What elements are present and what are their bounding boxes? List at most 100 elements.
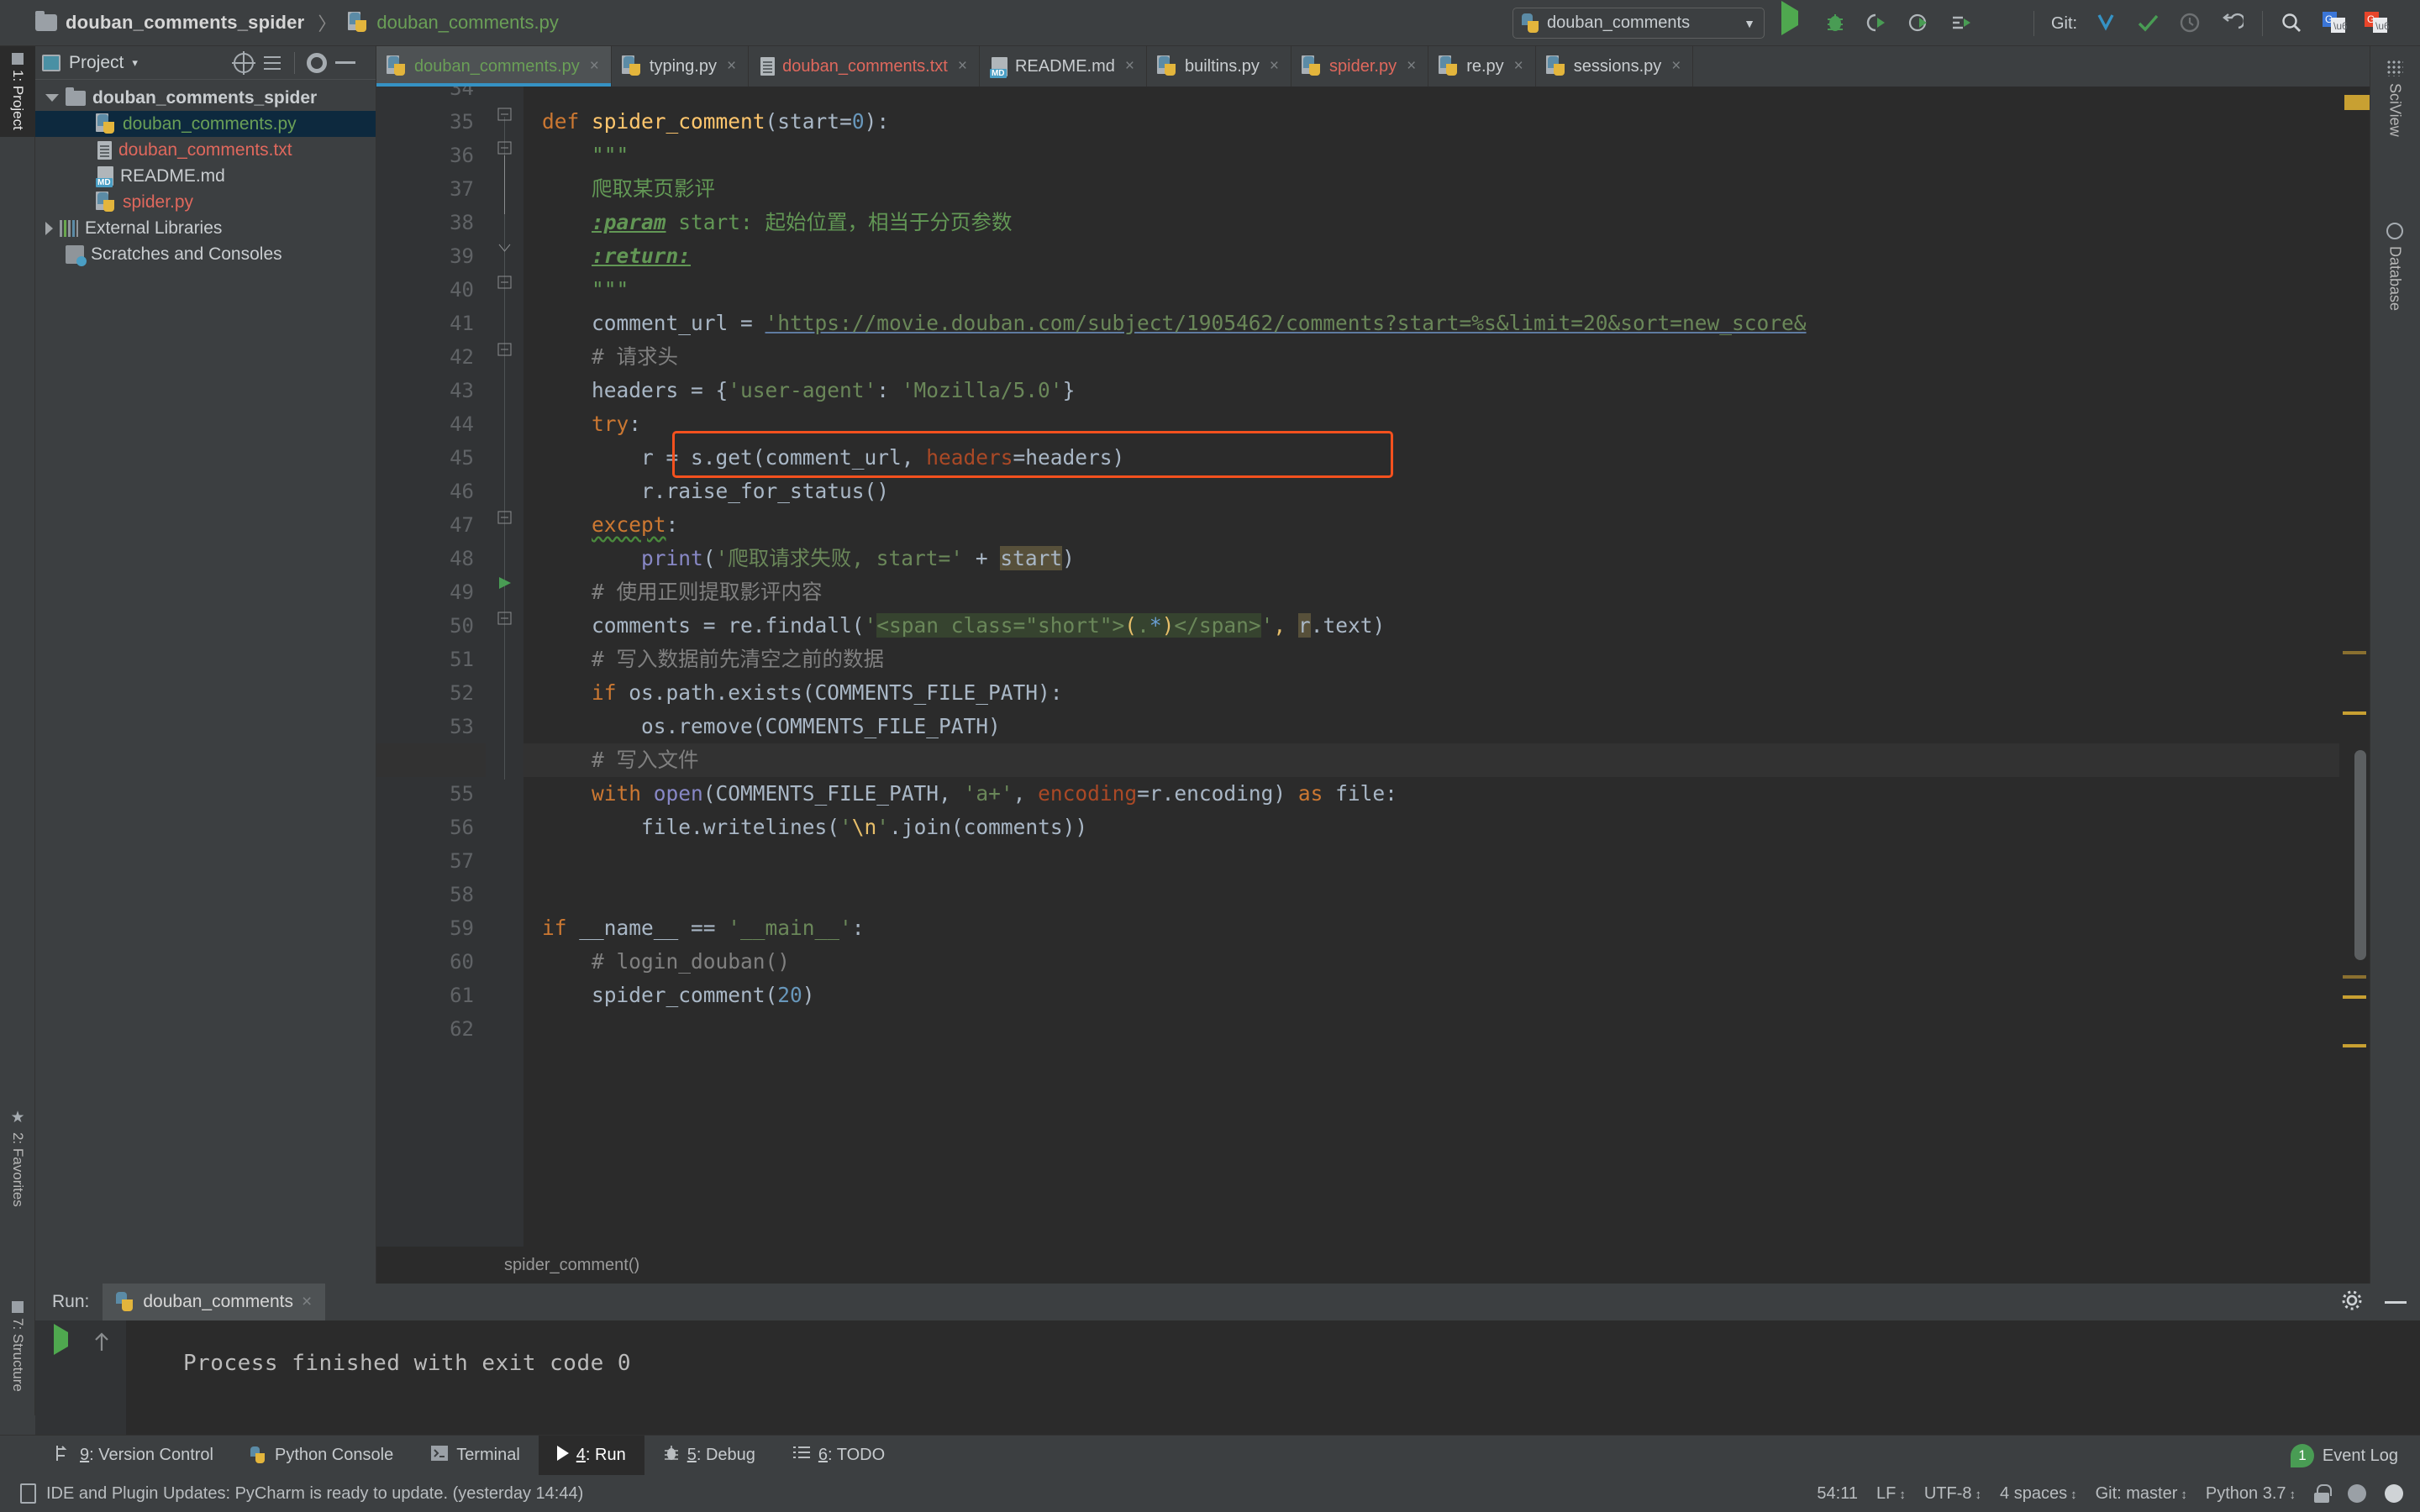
encoding-widget[interactable]: UTF-8 ↕ — [1924, 1484, 1981, 1504]
sidebar-item-sciview[interactable]: SciView — [2370, 51, 2420, 145]
code-line[interactable]: print('爬取请求失败, start=' + start) — [523, 542, 1075, 575]
code-line[interactable]: r = s.get(comment_url, headers=headers) — [523, 441, 1124, 475]
tool-window-button[interactable]: 4: Run — [538, 1435, 644, 1476]
tool-window-button[interactable]: 5: Debug — [644, 1436, 774, 1476]
editor-tab[interactable]: spider.py × — [1292, 46, 1429, 87]
code-line[interactable]: # 写入文件 — [523, 743, 699, 777]
sidebar-item-favorites[interactable]: ★ 2: Favorites — [0, 1101, 35, 1214]
chevron-down-icon[interactable]: ▾ — [132, 56, 138, 70]
sidebar-item-structure[interactable]: 7: Structure — [0, 1294, 35, 1399]
occurrence-marker[interactable] — [2343, 651, 2366, 654]
code-folding-gutter[interactable] — [486, 87, 523, 1284]
translate-alt-icon[interactable]: G\u6587 — [2364, 11, 2407, 36]
code-line[interactable] — [523, 87, 542, 105]
close-icon[interactable]: × — [590, 57, 599, 76]
editor-marker-bar[interactable] — [2339, 87, 2370, 1284]
tree-item[interactable]: douban_comments.txt — [35, 137, 376, 163]
tool-window-button[interactable]: 6: TODO — [774, 1436, 903, 1476]
code-line[interactable]: :return: — [523, 239, 691, 273]
close-icon[interactable]: × — [1407, 57, 1416, 76]
code-line[interactable]: def spider_comment(start=0): — [523, 105, 889, 139]
tree-item[interactable]: README.md — [35, 163, 376, 189]
git-commit-icon[interactable] — [2136, 11, 2161, 36]
close-icon[interactable]: × — [1270, 57, 1279, 76]
tool-window-button[interactable]: 9: Version Control — [35, 1436, 232, 1476]
warning-marker[interactable] — [2344, 95, 2370, 110]
tree-item[interactable]: External Libraries — [35, 215, 376, 241]
code-line[interactable]: # 写入数据前先清空之前的数据 — [523, 643, 884, 676]
status-message[interactable]: IDE and Plugin Updates: PyCharm is ready… — [46, 1484, 583, 1504]
run-tab[interactable]: douban_comments × — [103, 1284, 326, 1320]
debug-icon[interactable] — [1823, 11, 1849, 36]
scroll-from-source-icon[interactable] — [232, 50, 255, 75]
run-coverage-icon[interactable] — [1865, 11, 1891, 36]
code-line[interactable]: with open(COMMENTS_FILE_PATH, 'a+', enco… — [523, 777, 1397, 811]
translate-google-icon[interactable]: G\u6587 — [2322, 11, 2365, 36]
sidebar-item-project[interactable]: 1: Project — [0, 46, 35, 137]
tool-window-button[interactable]: Python Console — [232, 1436, 412, 1476]
status-message-area[interactable]: IDE and Plugin Updates: PyCharm is ready… — [20, 1483, 583, 1504]
line-separator-widget[interactable]: LF ↕ — [1876, 1484, 1906, 1504]
tree-item[interactable]: Scratches and Consoles — [35, 241, 376, 267]
editor-tab[interactable]: douban_comments.txt × — [749, 46, 980, 87]
code-line[interactable]: """ — [523, 139, 629, 172]
code-line[interactable]: except: — [523, 508, 678, 542]
editor-tab[interactable]: builtins.py × — [1147, 46, 1292, 87]
code-line[interactable]: file.writelines('\n'.join(comments)) — [523, 811, 1087, 844]
code-line[interactable]: :param start: 起始位置，相当于分页参数 — [523, 206, 1013, 239]
code-line[interactable]: if os.path.exists(COMMENTS_FILE_PATH): — [523, 676, 1063, 710]
event-log-button[interactable]: 1 Event Log — [2290, 1436, 2398, 1476]
close-icon[interactable]: × — [1125, 57, 1134, 76]
paw-icon[interactable] — [2385, 1484, 2403, 1503]
tree-item[interactable]: douban_comments.py — [35, 111, 376, 137]
code-line[interactable] — [523, 1012, 542, 1046]
code-text[interactable]: def spider_comment(start=0): """ 爬取某页影评 … — [523, 87, 2370, 1284]
profile-icon[interactable] — [1907, 11, 1933, 36]
code-line[interactable]: comments = re.findall('<span class="shor… — [523, 609, 1385, 643]
chevron-right-icon[interactable] — [45, 221, 53, 235]
chevron-down-icon[interactable] — [45, 94, 59, 102]
close-icon[interactable]: × — [1514, 57, 1523, 76]
close-icon[interactable]: × — [958, 57, 967, 76]
stop-icon[interactable] — [1991, 11, 2017, 36]
code-line[interactable]: # 请求头 — [523, 340, 678, 374]
editor-tab[interactable]: douban_comments.py × — [376, 46, 612, 87]
code-line[interactable]: # login_douban() — [523, 945, 790, 979]
git-update-icon[interactable] — [2094, 11, 2119, 36]
code-line[interactable]: spider_comment(20) — [523, 979, 815, 1012]
editor-scrollbar-thumb[interactable] — [2354, 750, 2366, 960]
code-line[interactable]: try: — [523, 407, 641, 441]
code-line[interactable]: os.remove(COMMENTS_FILE_PATH) — [523, 710, 1001, 743]
code-line[interactable]: headers = {'user-agent': 'Mozilla/5.0'} — [523, 374, 1075, 407]
gear-icon[interactable] — [2341, 1289, 2363, 1315]
breadcrumb-file[interactable]: douban_comments.py — [376, 12, 558, 34]
run-configuration-selector[interactable]: douban_comments ▼ — [1512, 8, 1765, 39]
close-icon[interactable]: × — [1671, 57, 1681, 76]
code-line[interactable]: r.raise_for_status() — [523, 475, 889, 508]
close-icon[interactable]: × — [727, 57, 736, 76]
editor-breadcrumb[interactable]: spider_comment() — [376, 1247, 2370, 1284]
breadcrumb-project[interactable]: douban_comments_spider — [66, 12, 304, 34]
warning-marker[interactable] — [2343, 1044, 2366, 1047]
code-line[interactable]: if __name__ == '__main__': — [523, 911, 865, 945]
editor-tab[interactable]: sessions.py × — [1536, 46, 1694, 87]
editor-tab[interactable]: README.md × — [980, 46, 1147, 87]
close-icon[interactable]: × — [302, 1292, 312, 1312]
code-line[interactable]: 爬取某页影评 — [523, 172, 715, 206]
tool-window-button[interactable]: Terminal — [412, 1436, 539, 1476]
gear-icon[interactable] — [307, 52, 327, 73]
occurrence-marker[interactable] — [2343, 975, 2366, 979]
interpreter-widget[interactable]: Python 3.7 ↕ — [2206, 1484, 2296, 1504]
lock-icon[interactable] — [2314, 1484, 2332, 1503]
tree-item[interactable]: douban_comments_spider — [35, 85, 376, 111]
collapse-all-icon[interactable] — [262, 53, 282, 73]
run-icon[interactable] — [1781, 1, 1807, 36]
editor-tab[interactable]: re.py × — [1428, 46, 1536, 87]
hector-icon[interactable] — [2348, 1484, 2366, 1503]
git-branch-widget[interactable]: Git: master ↕ — [2096, 1484, 2187, 1504]
code-line[interactable]: comment_url = 'https://movie.douban.com/… — [523, 307, 1807, 340]
code-line[interactable] — [523, 844, 542, 878]
up-arrow-icon[interactable] — [92, 1331, 111, 1357]
caret-position[interactable]: 54:11 — [1817, 1484, 1858, 1504]
git-rollback-icon[interactable] — [2220, 11, 2246, 36]
